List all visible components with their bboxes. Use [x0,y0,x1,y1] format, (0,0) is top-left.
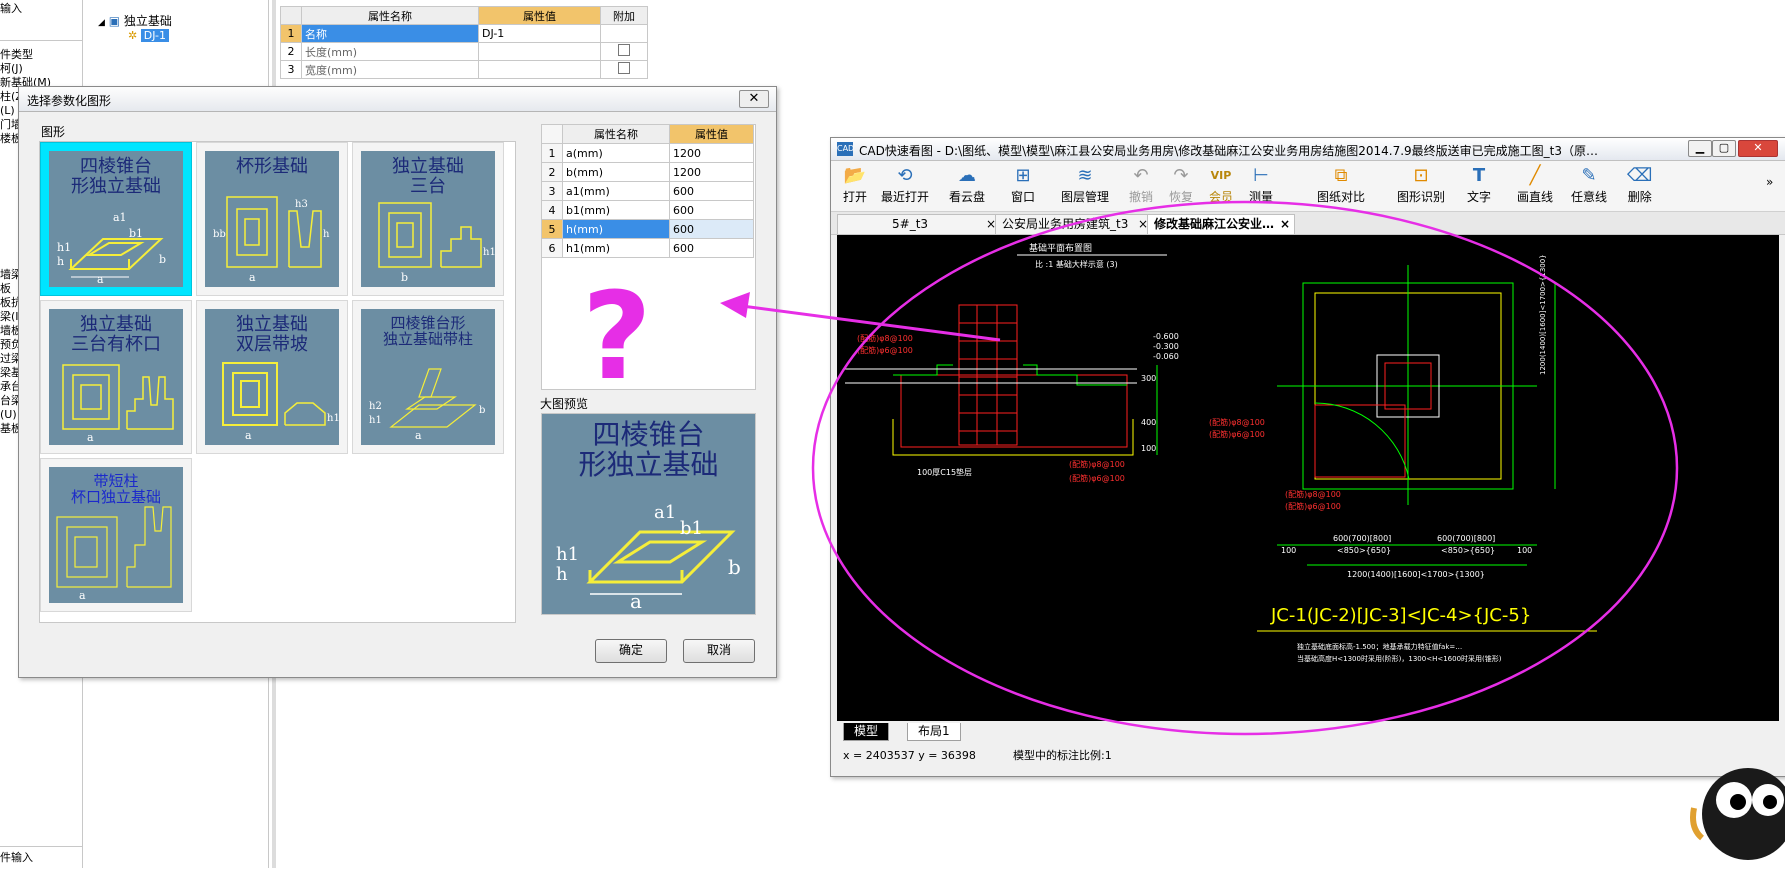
annotation-overlay: ? [582,200,1679,736]
question-mark: ? [582,268,652,407]
arrow-head-icon [720,292,750,318]
highlight-ellipse [811,200,1679,736]
mascot-avatar [1690,768,1785,860]
